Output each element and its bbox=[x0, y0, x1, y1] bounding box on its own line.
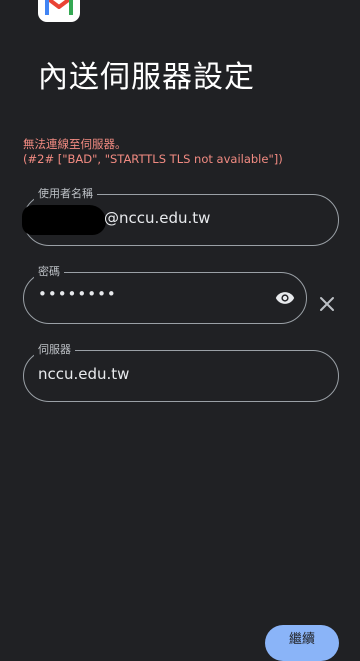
server-label: 伺服器 bbox=[34, 342, 75, 358]
password-field[interactable]: 密碼 •••••••• bbox=[23, 264, 307, 324]
gmail-logo-icon bbox=[38, 0, 80, 22]
redaction-mark bbox=[22, 205, 106, 235]
close-icon[interactable] bbox=[318, 295, 336, 317]
error-line-1: 無法連線至伺服器。 bbox=[23, 137, 127, 151]
username-field[interactable]: 使用者名稱 @nccu.edu.tw bbox=[22, 186, 339, 246]
eye-icon[interactable] bbox=[274, 288, 296, 312]
username-value: @nccu.edu.tw bbox=[104, 209, 211, 227]
error-line-2: (#2# ["BAD", "STARTTLS TLS not available… bbox=[23, 152, 283, 166]
password-label: 密碼 bbox=[34, 264, 64, 280]
server-field[interactable]: 伺服器 nccu.edu.tw bbox=[23, 342, 339, 402]
next-button[interactable]: 繼續 bbox=[265, 625, 339, 661]
error-message: 無法連線至伺服器。 (#2# ["BAD", "STARTTLS TLS not… bbox=[23, 137, 343, 167]
page-title: 內送伺服器設定 bbox=[38, 60, 255, 95]
server-value: nccu.edu.tw bbox=[38, 365, 130, 383]
username-label: 使用者名稱 bbox=[34, 186, 97, 202]
password-value: •••••••• bbox=[38, 285, 117, 303]
